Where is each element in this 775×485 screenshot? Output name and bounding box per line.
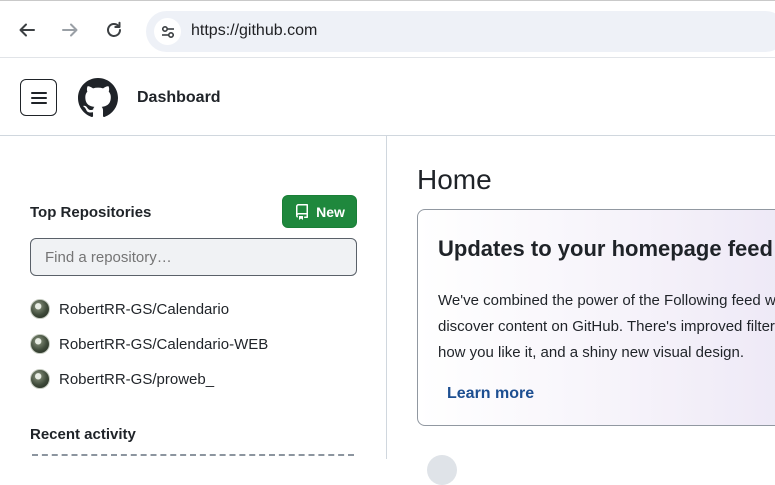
back-button[interactable] (14, 17, 40, 43)
browser-toolbar: https://github.com (0, 0, 775, 58)
top-repositories-heading: Top Repositories (30, 204, 152, 221)
repository-link[interactable]: RobertRR-GS/Calendario (30, 299, 229, 319)
repository-name: RobertRR-GS/Calendario-WEB (59, 335, 269, 353)
repository-name: RobertRR-GS/Calendario (59, 300, 230, 318)
learn-more-link[interactable]: Learn more (447, 385, 534, 403)
avatar (30, 299, 50, 319)
dashboard-sidebar: Top Repositories New RobertRR-GS/Calenda… (0, 136, 387, 459)
github-header: Dashboard (0, 58, 775, 136)
hamburger-icon (30, 91, 47, 104)
card-title: Updates to your homepage feed (438, 236, 773, 261)
feed-update-card: Updates to your homepage feed We've comb… (417, 209, 775, 426)
page-context-title[interactable]: Dashboard (137, 89, 221, 107)
avatar (30, 369, 50, 389)
repository-link[interactable]: RobertRR-GS/Calendario-WEB (30, 334, 268, 354)
card-body-line: discover content on GitHub. There's impr… (438, 318, 775, 335)
reload-button[interactable] (101, 17, 127, 43)
avatar (427, 455, 457, 485)
avatar (30, 334, 50, 354)
site-info-button[interactable] (154, 18, 181, 45)
new-repository-button[interactable]: New (282, 195, 357, 228)
arrow-left-icon (19, 23, 35, 37)
repo-icon (296, 203, 309, 220)
url-text[interactable]: https://github.com (191, 22, 317, 40)
github-logo[interactable] (78, 78, 118, 123)
new-button-label: New (316, 203, 345, 220)
recent-activity-heading: Recent activity (30, 426, 136, 443)
card-body: We've combined the power of the Followin… (438, 288, 775, 366)
loading-placeholder-divider (32, 454, 354, 456)
find-repository-input[interactable] (30, 238, 357, 276)
github-octocat-icon (78, 78, 118, 118)
address-bar[interactable]: https://github.com (146, 11, 775, 52)
home-heading: Home (417, 164, 492, 195)
repository-link[interactable]: RobertRR-GS/proweb_ (30, 369, 214, 389)
menu-button[interactable] (20, 79, 57, 116)
tune-icon (161, 25, 174, 38)
arrow-right-icon (62, 23, 78, 37)
card-body-line: We've combined the power of the Followin… (438, 292, 775, 309)
card-body-line: how you like it, and a shiny new visual … (438, 344, 745, 361)
reload-icon (107, 21, 121, 37)
forward-button[interactable] (57, 17, 83, 43)
repository-name: RobertRR-GS/proweb_ (59, 370, 215, 388)
